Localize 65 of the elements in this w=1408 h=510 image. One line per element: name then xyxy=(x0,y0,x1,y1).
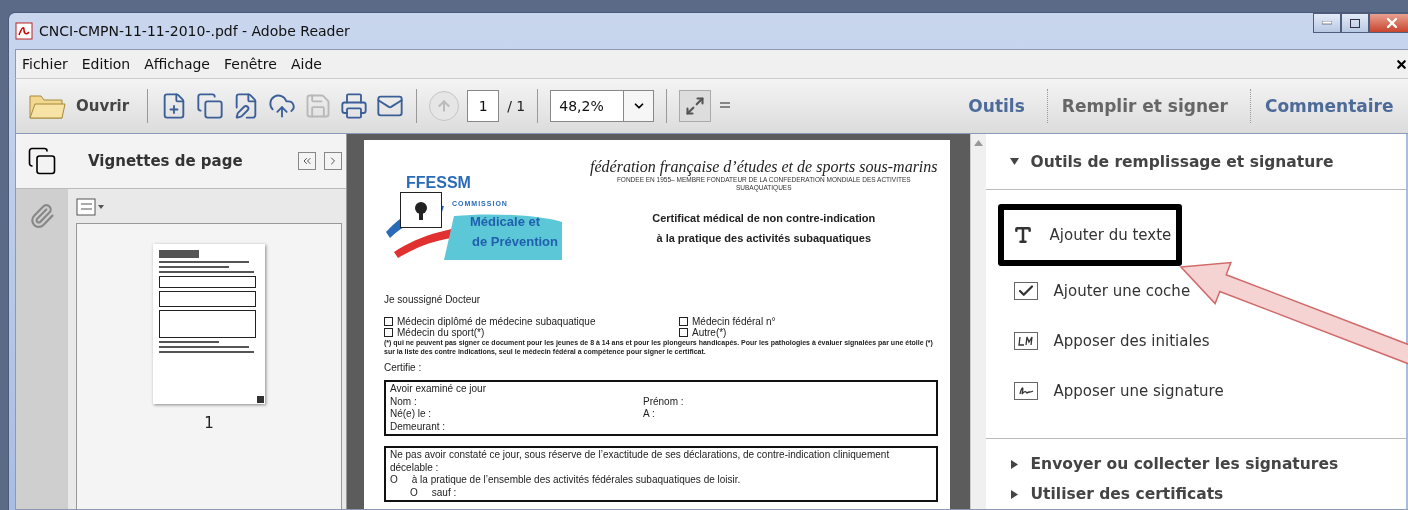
section-header[interactable]: Envoyer ou collecter les signatures xyxy=(985,449,1406,480)
checkbox-label: Médecin du sport(*) xyxy=(397,326,485,338)
pdf-file-icon xyxy=(15,22,33,40)
document-text: Ne pas avoir constaté ce jour, sous réserve de l’exactitude de ses déclarations, de contre-indication cliniquement décelable : xyxy=(390,449,891,475)
expand-triangle-icon xyxy=(1009,459,1019,469)
folder-icon xyxy=(28,92,66,120)
fill-sign-tool[interactable]: Ajouter du texte xyxy=(997,204,1182,267)
form-label: Prénom : xyxy=(643,395,685,409)
panel-tab[interactable]: Remplir et signer xyxy=(1046,89,1242,123)
expand-arrows-icon xyxy=(685,96,706,116)
checkbox-label: Médecin fédéral n° xyxy=(692,315,776,327)
menu-item[interactable]: Edition xyxy=(81,56,131,72)
maximize-button[interactable] xyxy=(1340,13,1369,33)
print-icon[interactable] xyxy=(340,92,369,120)
signature-icon xyxy=(1013,382,1038,401)
menu-item[interactable]: Affichage xyxy=(144,56,210,72)
menu-item[interactable]: Fenêtre xyxy=(224,56,277,72)
cloud-upload-icon[interactable] xyxy=(268,92,297,120)
page-number: 1 xyxy=(204,414,214,432)
zoom-field[interactable]: 48,2% xyxy=(550,90,625,122)
panel-tab[interactable]: Outils xyxy=(954,89,1039,123)
initials-icon xyxy=(1013,332,1038,351)
option-label: à la pratique de l’ensemble des activités fédérales subaquatiques de loisir. xyxy=(411,474,741,487)
close-document-icon[interactable] xyxy=(1394,57,1408,71)
double-chevron-left-icon xyxy=(301,155,313,167)
customize-toolbar-icon[interactable] xyxy=(719,101,732,111)
window-title: CNCI-CMPN-11-11-2010-.pdf - Adobe Reader xyxy=(39,23,350,39)
collapse-panel-button[interactable] xyxy=(298,152,316,170)
certificate-title: Certificat médical de non contre-indication xyxy=(652,211,876,224)
form-label: Demeurant : xyxy=(390,420,447,434)
section-header[interactable]: Outils de remplissage et signature xyxy=(985,134,1406,190)
zoom-dropdown-button[interactable] xyxy=(624,90,655,122)
document-text: Certifie : xyxy=(384,361,423,375)
section-header[interactable]: Utiliser des certificats xyxy=(985,479,1406,509)
minimize-icon xyxy=(1321,21,1332,25)
maximize-icon xyxy=(1349,18,1360,28)
option-mark: O xyxy=(390,474,398,487)
panel-tab[interactable]: Commentaire xyxy=(1249,89,1408,123)
form-label: Nom : xyxy=(390,395,418,409)
expand-panel-button[interactable] xyxy=(324,152,342,170)
expand-triangle-icon xyxy=(1009,489,1019,499)
page-thumbnails-icon[interactable] xyxy=(27,146,57,176)
page-thumbnail[interactable] xyxy=(153,244,265,404)
menu-item[interactable]: Aide xyxy=(290,56,322,72)
open-button[interactable]: Ouvrir xyxy=(22,92,136,120)
convert-file-icon[interactable] xyxy=(196,92,225,120)
full-screen-button[interactable] xyxy=(679,90,712,122)
document-text: Avoir examiné ce jour xyxy=(390,383,487,396)
panel-title: Vignettes de page xyxy=(88,152,244,170)
option-mark: O xyxy=(410,486,418,500)
collapse-triangle-icon xyxy=(1009,157,1019,167)
form-label: A : xyxy=(643,408,656,421)
checkbox-label: Autre(*) xyxy=(692,326,727,338)
close-button[interactable] xyxy=(1368,13,1408,33)
page-number-field[interactable]: 1 xyxy=(467,90,500,122)
checkbox-label: Médecin diplômé de médecine subaquatique xyxy=(397,315,596,327)
checkmark-icon xyxy=(1013,282,1038,301)
document-text: Je soussigné Docteur xyxy=(384,294,482,307)
option-label: sauf : xyxy=(431,486,457,500)
document-heading: fédération française d’études et de sports sous-marins xyxy=(590,158,938,176)
minimize-button[interactable] xyxy=(1312,13,1341,33)
menu-item[interactable]: Fichier xyxy=(22,56,68,72)
page-total: / 1 xyxy=(507,98,526,114)
form-label: Né(e) le : xyxy=(390,408,433,421)
certificate-title: à la pratique des activités subaquatiques xyxy=(656,231,872,244)
